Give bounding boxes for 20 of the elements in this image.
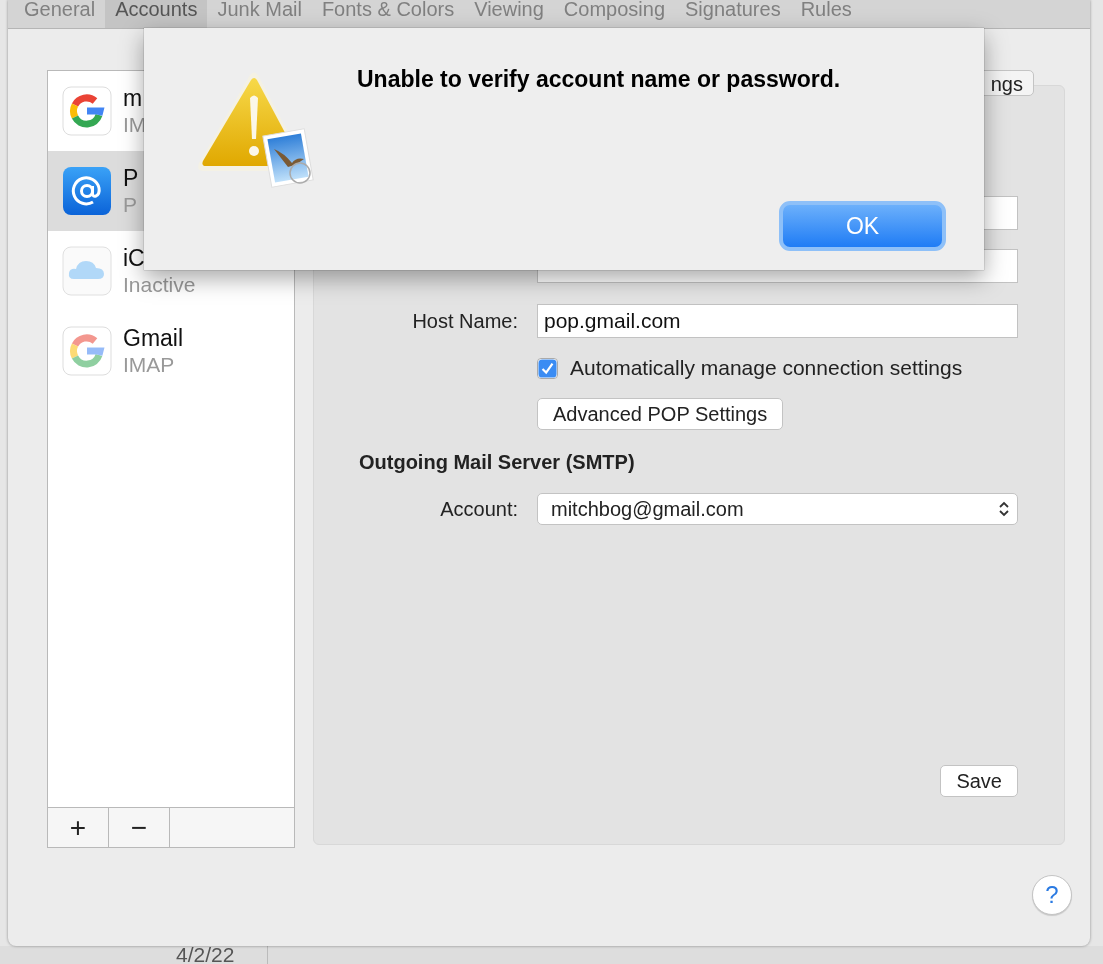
- field-label: Host Name:: [411, 309, 519, 333]
- field-label: Account:: [439, 497, 519, 521]
- updown-chevron-icon: [997, 499, 1011, 519]
- input-field[interactable]: pop.gmail.com: [537, 304, 1018, 338]
- checkbox-option[interactable]: Automatically manage connection settings: [537, 357, 963, 379]
- section-heading: Outgoing Mail Server (SMTP): [358, 451, 636, 474]
- alert-message: Unable to verify account name or password.: [357, 66, 842, 93]
- account-name: Gmail: [123, 324, 184, 352]
- account-name: iC: [123, 244, 146, 272]
- account-type: P: [123, 191, 138, 218]
- account-type: Inactive: [123, 271, 196, 298]
- account-type: IMAP: [123, 351, 176, 378]
- account-row[interactable]: Gmail IMAP: [48, 311, 294, 391]
- advanced-settings-button[interactable]: Advanced POP Settings: [537, 398, 784, 430]
- account-name: P: [123, 164, 139, 192]
- account-dropdown[interactable]: mitchbog@gmail.com: [537, 493, 1018, 525]
- help-button[interactable]: ?: [1032, 875, 1072, 915]
- preferences-tab[interactable]: Accounts: [105, 0, 208, 28]
- account-name: m: [123, 84, 144, 112]
- save-button[interactable]: Save: [940, 765, 1018, 797]
